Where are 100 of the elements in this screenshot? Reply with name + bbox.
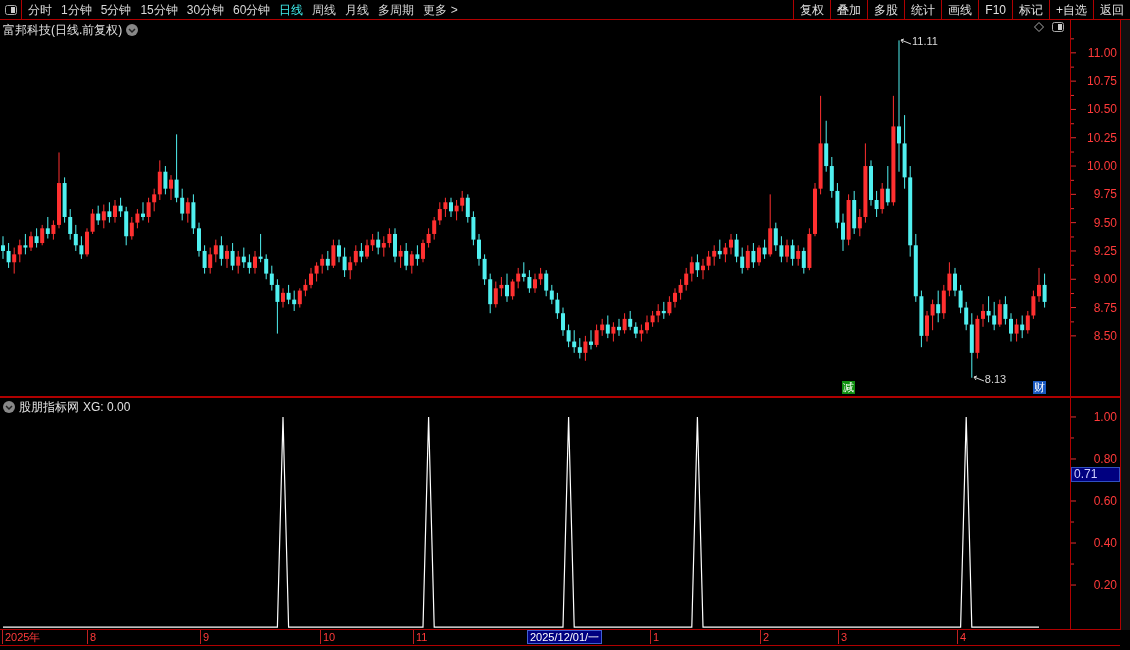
candlestick: [460, 190, 465, 212]
candlestick: [449, 197, 453, 218]
time-axis-label: 2025年: [2, 630, 41, 644]
candlestick: [757, 244, 761, 267]
candlestick: [930, 299, 935, 331]
candlestick: [493, 281, 498, 309]
candlestick: [611, 321, 616, 343]
candlestick: [645, 314, 649, 335]
toolbar-button[interactable]: 多股: [867, 0, 905, 19]
candlestick: [286, 284, 291, 305]
candlestick: [185, 197, 190, 224]
period-tab[interactable]: 1分钟: [61, 0, 92, 19]
candlestick: [398, 244, 403, 269]
candlestick: [365, 239, 369, 260]
candlestick: [404, 242, 409, 271]
candlestick: [549, 284, 554, 305]
candlestick: [432, 216, 437, 241]
toolbar-button[interactable]: 标记: [1012, 0, 1049, 19]
candlestick: [353, 244, 358, 267]
candlestick: [135, 208, 140, 229]
time-axis-label: 4: [957, 630, 967, 644]
axis-tick-label: 0.80: [1093, 452, 1117, 466]
axis-tick-label: 0.40: [1093, 536, 1117, 550]
candlestick: [471, 210, 476, 246]
candlestick: [275, 278, 280, 335]
candlestick: [684, 267, 689, 292]
candlestick: [174, 133, 179, 203]
cursor-value-label: 0.71: [1071, 466, 1120, 482]
candlestick: [790, 239, 795, 267]
candlestick: [544, 269, 549, 297]
indicator-reading: XG: 0.00: [83, 399, 131, 416]
toolbar-button[interactable]: 画线: [941, 0, 979, 19]
candlestick: [34, 227, 39, 249]
event-marker[interactable]: 减: [842, 381, 855, 394]
candlestick: [68, 208, 73, 241]
candlestick: [712, 244, 717, 267]
candlestick: [376, 231, 381, 255]
candlestick: [314, 261, 319, 283]
candlestick: [936, 290, 941, 323]
candlestick: [992, 301, 997, 331]
period-tab[interactable]: 日线: [279, 0, 304, 19]
candlestick: [146, 197, 151, 224]
candlestick: [281, 287, 285, 309]
candlestick: [925, 310, 929, 343]
time-axis-label: 3: [838, 630, 848, 644]
toolbar-button[interactable]: F10: [978, 0, 1012, 19]
candlestick: [79, 235, 84, 260]
candlestick: [443, 197, 448, 218]
candlestick: [1003, 295, 1008, 326]
axis-tick-label: 10.00: [1086, 159, 1117, 174]
candlestick: [269, 265, 274, 292]
event-marker[interactable]: 财: [1033, 381, 1046, 394]
period-tab[interactable]: 60分钟: [233, 0, 271, 19]
toolbar-button[interactable]: 统计: [904, 0, 942, 19]
candlestick: [421, 239, 425, 263]
panel-toggle-icon[interactable]: [1052, 22, 1064, 32]
candlestick: [247, 253, 252, 275]
period-tab[interactable]: 多周期: [378, 0, 415, 19]
candlestick: [667, 295, 672, 316]
candlestick: [1037, 267, 1041, 303]
period-tab[interactable]: 月线: [345, 0, 370, 19]
period-tab[interactable]: 更多 >: [423, 0, 458, 19]
time-axis-label: 2: [760, 630, 770, 644]
candlestick: [107, 201, 112, 224]
candlestick: [785, 239, 789, 263]
dropdown-icon[interactable]: [3, 401, 15, 413]
candlestick: [219, 235, 224, 267]
toolbar-button[interactable]: 叠加: [830, 0, 868, 19]
period-tab[interactable]: 周线: [312, 0, 337, 19]
candlestick: [941, 284, 946, 320]
period-tab[interactable]: 5分钟: [100, 0, 132, 19]
candlestick: [73, 224, 78, 252]
dropdown-icon[interactable]: [126, 24, 139, 36]
candlestick: [297, 287, 302, 309]
candlestick: [689, 256, 694, 283]
candlestick: [163, 165, 168, 195]
time-axis-label: 11: [413, 630, 428, 644]
candlestick: [51, 219, 56, 241]
toolbar-button[interactable]: +自选: [1049, 0, 1093, 19]
toolbar-button[interactable]: 复权: [793, 0, 831, 19]
candlestick: [1042, 273, 1047, 309]
candlestick: [779, 235, 784, 263]
candlestick: [208, 247, 213, 275]
candlestick: [85, 227, 89, 258]
candlestick: [953, 267, 957, 297]
time-axis-label: 10: [320, 630, 336, 644]
panel-toggle-icon[interactable]: [4, 5, 17, 15]
period-tab[interactable]: 分时: [28, 0, 52, 19]
candlestick: [510, 278, 515, 301]
diamond-icon[interactable]: [1034, 22, 1044, 32]
chart-title: 富邦科技(日线.前复权): [3, 22, 123, 39]
time-axis-label: 2025/12/01/一: [527, 630, 603, 644]
candlestick: [426, 227, 431, 249]
candlestick: [1025, 310, 1030, 335]
period-tab[interactable]: 15分钟: [140, 0, 178, 19]
candlestick: [505, 273, 509, 303]
period-tab[interactable]: 30分钟: [186, 0, 225, 19]
candlestick: [678, 278, 683, 301]
toolbar-button[interactable]: 返回: [1093, 0, 1130, 19]
candlestick: [264, 253, 269, 280]
